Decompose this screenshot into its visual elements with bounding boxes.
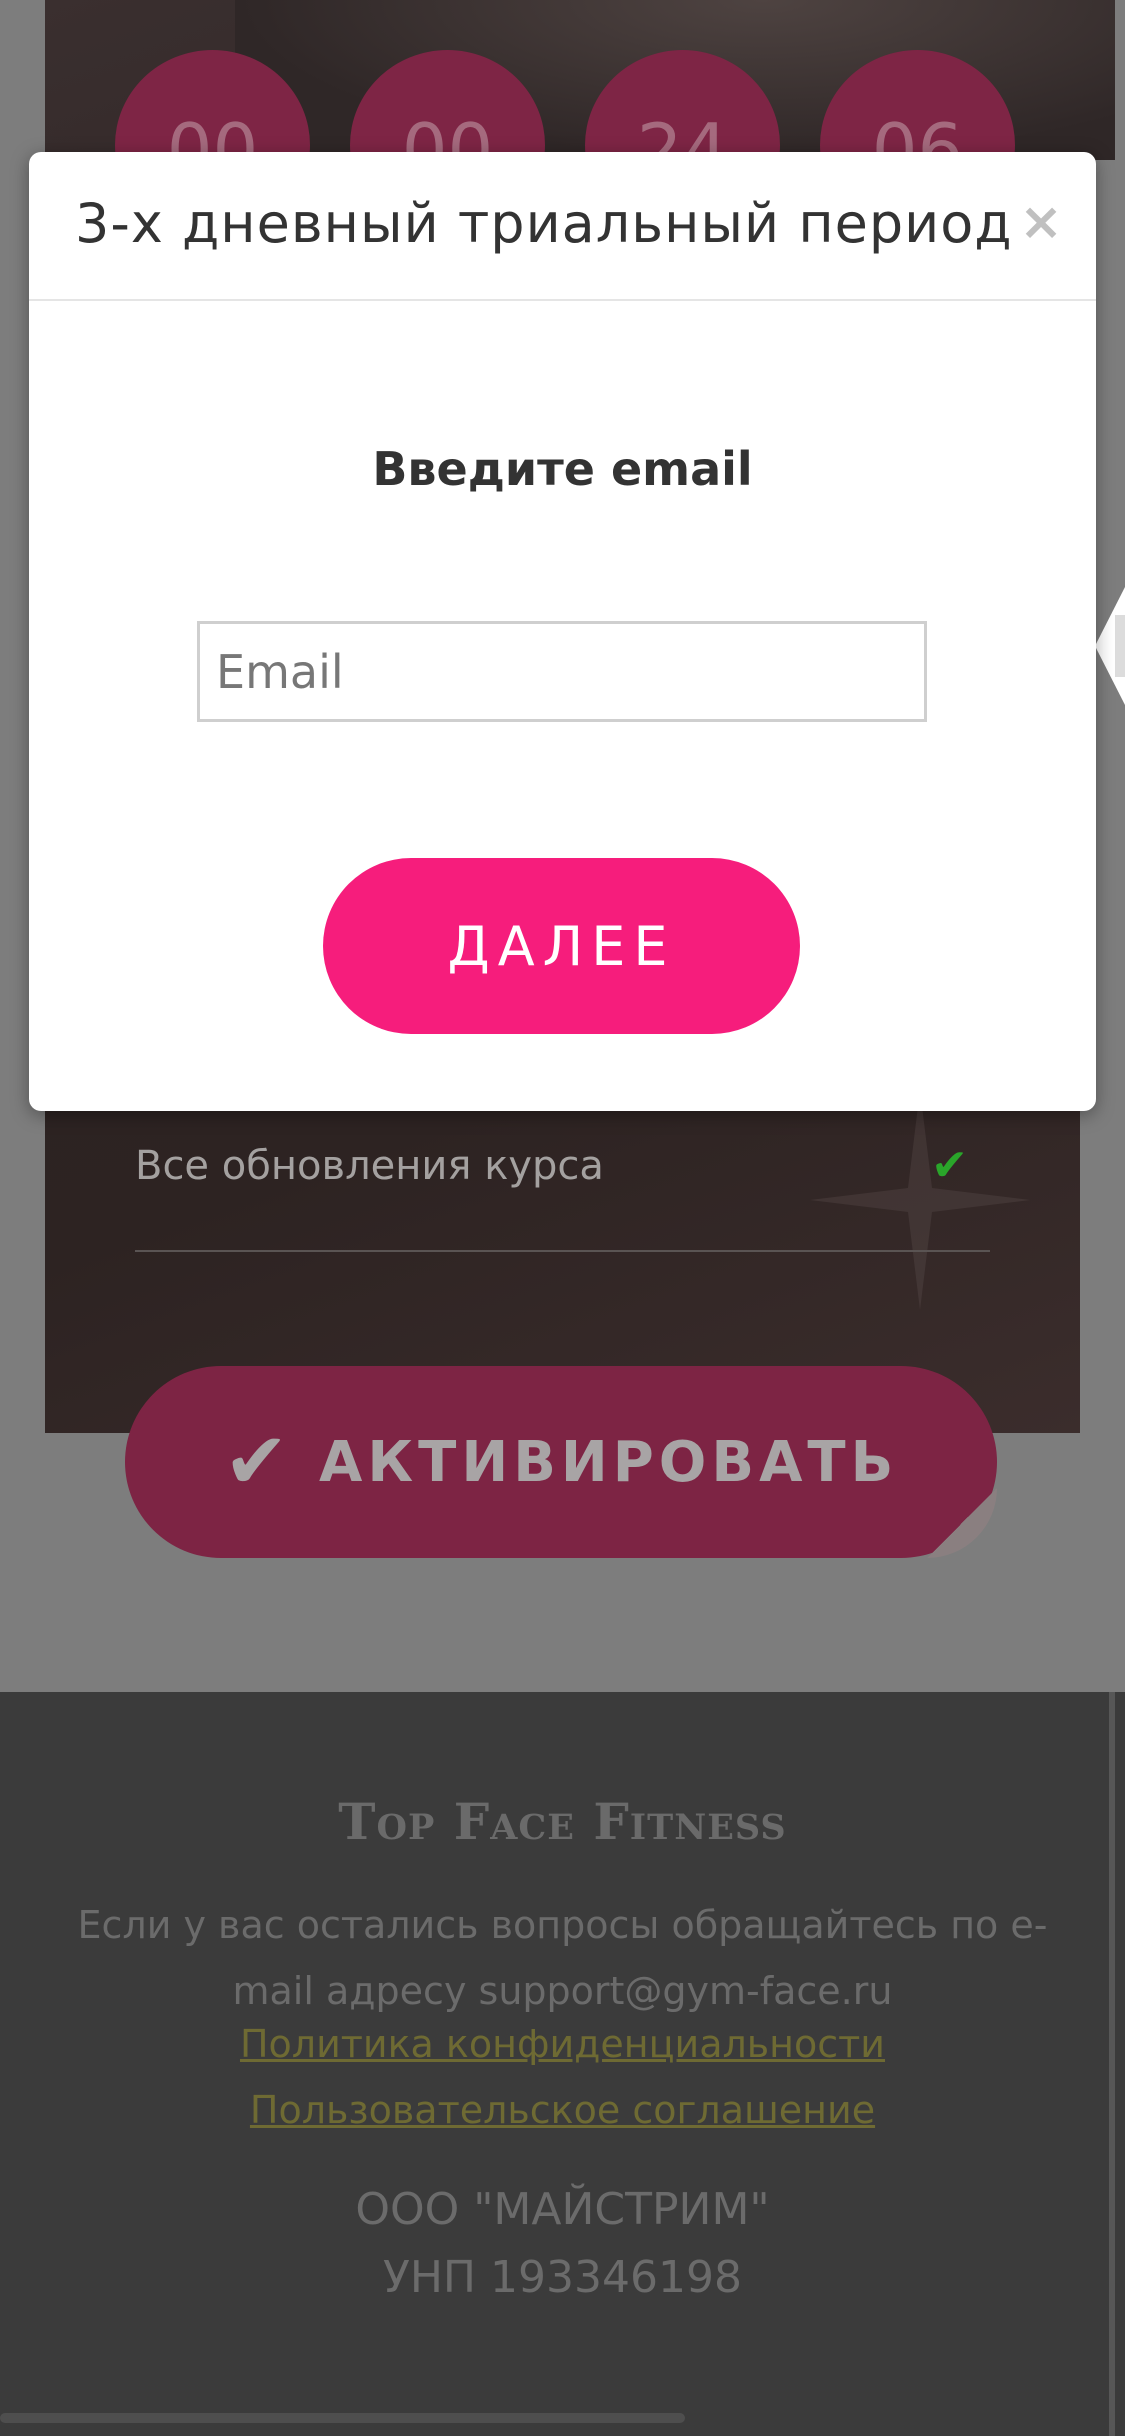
close-icon[interactable]: × <box>1016 192 1066 252</box>
modal-header: 3-х дневный триальный период × <box>29 152 1096 301</box>
side-tab-arrow[interactable] <box>1095 587 1125 705</box>
terms-link[interactable]: Пользовательское соглашение <box>0 2088 1125 2132</box>
button-corner-fold <box>927 1488 997 1558</box>
home-indicator <box>0 2413 685 2423</box>
next-button[interactable]: ДАЛЕЕ <box>323 858 800 1034</box>
feature-row: Все обновления курса ✔ <box>135 1120 990 1252</box>
trial-modal: 3-х дневный триальный период × Введите e… <box>29 152 1096 1111</box>
footer: Top Face Fitness Если у вас остались воп… <box>0 1692 1125 2436</box>
email-field[interactable] <box>197 621 927 722</box>
activate-button[interactable]: ✔ АКТИВИРОВАТЬ <box>125 1366 997 1558</box>
feature-label: Все обновления курса <box>135 1143 604 1189</box>
countdown-timer: 00 00 24 06 <box>115 50 1015 240</box>
footer-brand: Top Face Fitness <box>338 1792 787 1851</box>
check-icon: ✔ <box>223 1417 290 1507</box>
footer-contact-text: Если у вас остались вопросы обращайтесь … <box>77 1903 1048 2013</box>
check-icon: ✔ <box>931 1140 968 1191</box>
company-name: ООО "МАЙСТРИМ" <box>355 2184 770 2235</box>
privacy-policy-link[interactable]: Политика конфиденциальности <box>0 2022 1125 2066</box>
activate-label: АКТИВИРОВАТЬ <box>319 1429 899 1495</box>
email-heading: Введите email <box>372 442 753 496</box>
modal-title: 3-х дневный триальный период <box>75 192 1013 255</box>
company-unp: УНП 193346198 <box>383 2252 742 2303</box>
